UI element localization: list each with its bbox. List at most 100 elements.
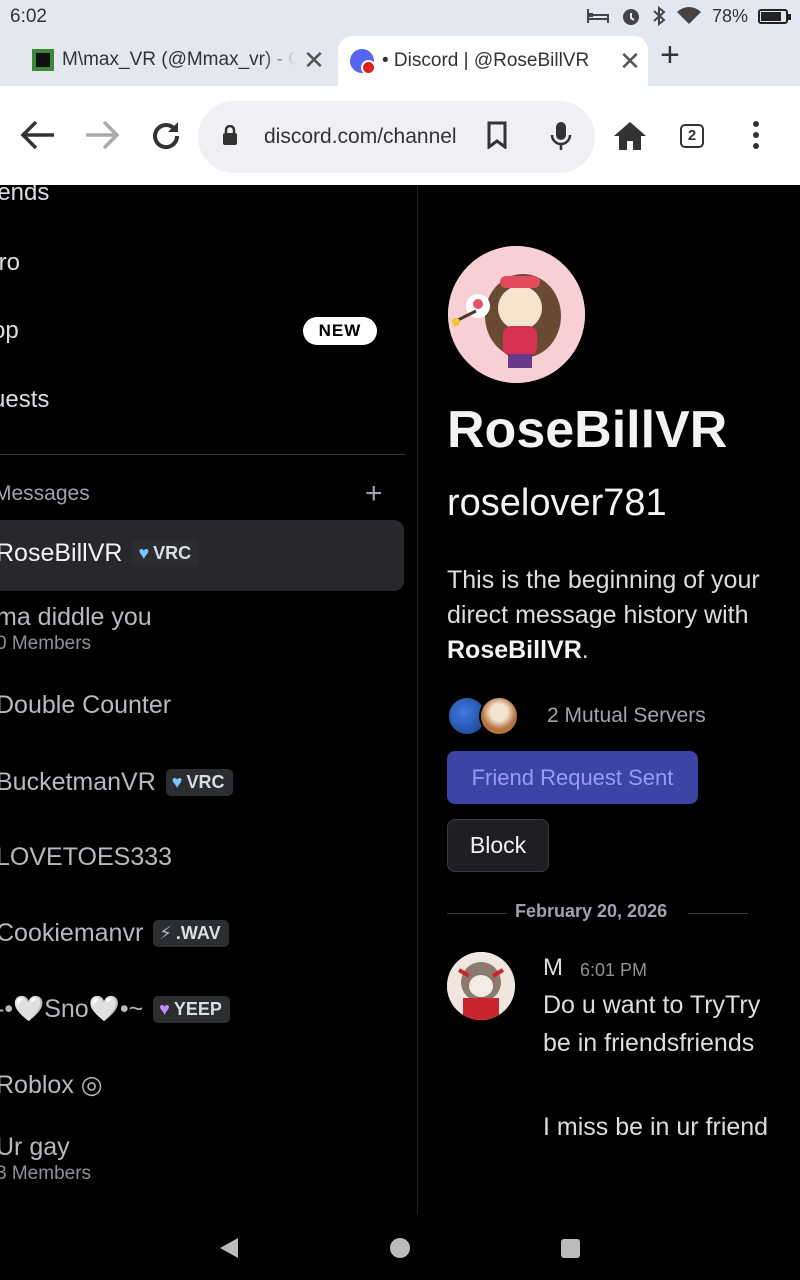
browser-toolbar: discord.com/channels/@me 2	[0, 86, 800, 185]
discord-favicon-icon	[350, 49, 376, 75]
battery-icon	[758, 8, 791, 24]
wifi-icon	[676, 7, 701, 24]
system-recents-icon[interactable]	[561, 1239, 580, 1258]
tab-title: • Discord | @RoseBillVR	[382, 50, 590, 71]
dm-name: LOVETOES333	[0, 843, 173, 871]
status-bar: 6:02 78%	[0, 0, 800, 34]
dm-name: BucketmanVR	[0, 768, 156, 796]
message-author-avatar[interactable]	[447, 952, 515, 1020]
guild-tag: ♥ VRC	[132, 540, 200, 567]
tab-max-vr[interactable]: M\max_VR (@Mmax_vr) - Game ✕	[32, 36, 332, 84]
mutual-server-icon	[479, 696, 519, 736]
date-label: February 20, 2026	[515, 901, 668, 921]
friend-request-sent-button[interactable]: Friend Request Sent	[447, 751, 698, 804]
dm-item-lovetoes333[interactable]: LOVETOES333	[0, 843, 172, 872]
message-author[interactable]: M	[543, 954, 563, 982]
guild-tag-label: .WAV	[175, 923, 221, 943]
intro-prefix: This is the beginning of your direct mes…	[447, 566, 760, 629]
battery-fill	[761, 11, 782, 21]
address-bar[interactable]: discord.com/channels/@me	[198, 101, 595, 173]
tab-close-icon[interactable]: ✕	[296, 45, 332, 76]
author-avatar-art-icon	[447, 952, 515, 1020]
divider-line	[688, 913, 748, 914]
guild-tag-label: YEEP	[173, 999, 222, 1019]
dm-name: -•🤍Sno🤍•~	[0, 995, 144, 1023]
dm-name: RoseBillVR	[0, 539, 123, 567]
status-time: 6:02	[10, 6, 47, 27]
mutual-servers[interactable]: 2 Mutual Servers	[447, 696, 706, 736]
blue-heart-icon: ♥	[138, 543, 150, 563]
nav-nitro[interactable]: tro	[0, 249, 20, 277]
dm-intro-text: This is the beginning of your direct mes…	[447, 563, 767, 668]
tab-switcher-button[interactable]: 2	[680, 124, 704, 148]
dm-name: Double Counter	[0, 691, 172, 719]
tab-title: M\max_VR (@Mmax_vr) - Game	[62, 49, 296, 70]
mic-icon[interactable]	[550, 121, 572, 151]
guild-tag: ♥ YEEP	[153, 996, 230, 1023]
tab-bar: M\max_VR (@Mmax_vr) - Game ✕ • Discord |…	[0, 34, 800, 86]
message-text: I miss be in ur friend	[543, 1113, 769, 1141]
intro-name: RoseBillVR	[447, 636, 582, 664]
guild-tag-label: VRC	[186, 772, 225, 792]
bookmark-icon[interactable]	[486, 121, 508, 149]
dm-item-double-counter[interactable]: Double Counter	[0, 691, 171, 720]
guild-tag-label: VRC	[153, 543, 192, 563]
avatar-art-icon	[448, 246, 585, 383]
guild-tag: ♥ VRC	[165, 769, 233, 796]
add-dm-button[interactable]: +	[365, 477, 383, 511]
lightning-icon: ⚡	[159, 923, 172, 943]
profile-avatar[interactable]	[448, 246, 585, 383]
system-home-icon[interactable]	[390, 1238, 410, 1258]
dm-chat-panel: RoseBillVR roselover781 This is the begi…	[418, 185, 800, 1215]
divider	[0, 454, 405, 455]
mutual-servers-label: 2 Mutual Servers	[547, 704, 706, 727]
new-tab-button[interactable]: +	[660, 36, 680, 75]
dm-item-roblox[interactable]: Roblox ◎	[0, 1070, 103, 1100]
dm-name: Cookiemanvr	[0, 919, 144, 947]
dm-item-bucketmanvr[interactable]: BucketmanVR ♥ VRC	[0, 768, 233, 797]
message-timestamp: 6:01 PM	[580, 960, 648, 980]
forward-arrow-icon[interactable]	[82, 118, 122, 152]
reload-icon[interactable]	[146, 118, 186, 154]
home-icon[interactable]	[610, 120, 650, 152]
dm-member-count: 0 Members	[0, 633, 92, 654]
back-arrow-icon[interactable]	[18, 118, 58, 152]
dm-name: Ur gay	[0, 1133, 70, 1161]
alarm-icon	[622, 9, 639, 25]
dm-item-group-ur-gay[interactable]: Ur gay 3 Members	[0, 1133, 91, 1184]
site-favicon-icon	[32, 49, 54, 71]
tab-close-icon[interactable]: ✕	[612, 46, 648, 77]
battery-percent: 78%	[711, 5, 748, 26]
status-icons: 78%	[586, 5, 791, 27]
guild-tag: ⚡ .WAV	[153, 920, 229, 947]
dm-name: ma diddle you	[0, 603, 152, 631]
bed-icon	[586, 9, 609, 23]
dm-name: Roblox ◎	[0, 1071, 103, 1099]
bluetooth-icon	[653, 6, 666, 26]
message-text: Do u want to TryTry be in friendsfriends	[543, 991, 761, 1057]
tab-discord[interactable]: • Discord | @RoseBillVR ✕	[338, 36, 648, 86]
dm-item-rosebillvr[interactable]: RoseBillVR ♥ VRC	[0, 539, 200, 568]
profile-username: roselover781	[447, 482, 667, 524]
profile-display-name: RoseBillVR	[447, 401, 728, 459]
more-menu-icon[interactable]	[736, 120, 776, 150]
dm-item-group-diddle[interactable]: ma diddle you 0 Members	[0, 603, 152, 654]
dm-item-cookiemanvr[interactable]: Cookiemanvr ⚡ .WAV	[0, 919, 229, 948]
lock-icon	[223, 125, 237, 145]
nav-friends[interactable]: iends	[0, 185, 49, 207]
purple-heart-icon: ♥	[159, 999, 170, 1019]
nav-quests[interactable]: uests	[0, 386, 49, 414]
nav-shop[interactable]: op	[0, 317, 19, 345]
dm-item-sno[interactable]: -•🤍Sno🤍•~ ♥ YEEP	[0, 995, 230, 1024]
date-divider: February 20, 2026	[447, 901, 748, 925]
dm-sidebar: iends tro op NEW uests Messages + RoseBi…	[0, 185, 418, 1215]
system-nav-bar	[0, 1215, 800, 1280]
blue-heart-icon: ♥	[171, 772, 183, 792]
system-back-icon[interactable]	[220, 1238, 238, 1258]
divider-line	[447, 913, 507, 914]
intro-suffix: .	[581, 636, 589, 664]
url-text[interactable]: discord.com/channels/@me	[264, 125, 456, 149]
new-badge: NEW	[303, 317, 377, 345]
dm-member-count: 3 Members	[0, 1163, 92, 1184]
block-button[interactable]: Block	[447, 819, 549, 872]
